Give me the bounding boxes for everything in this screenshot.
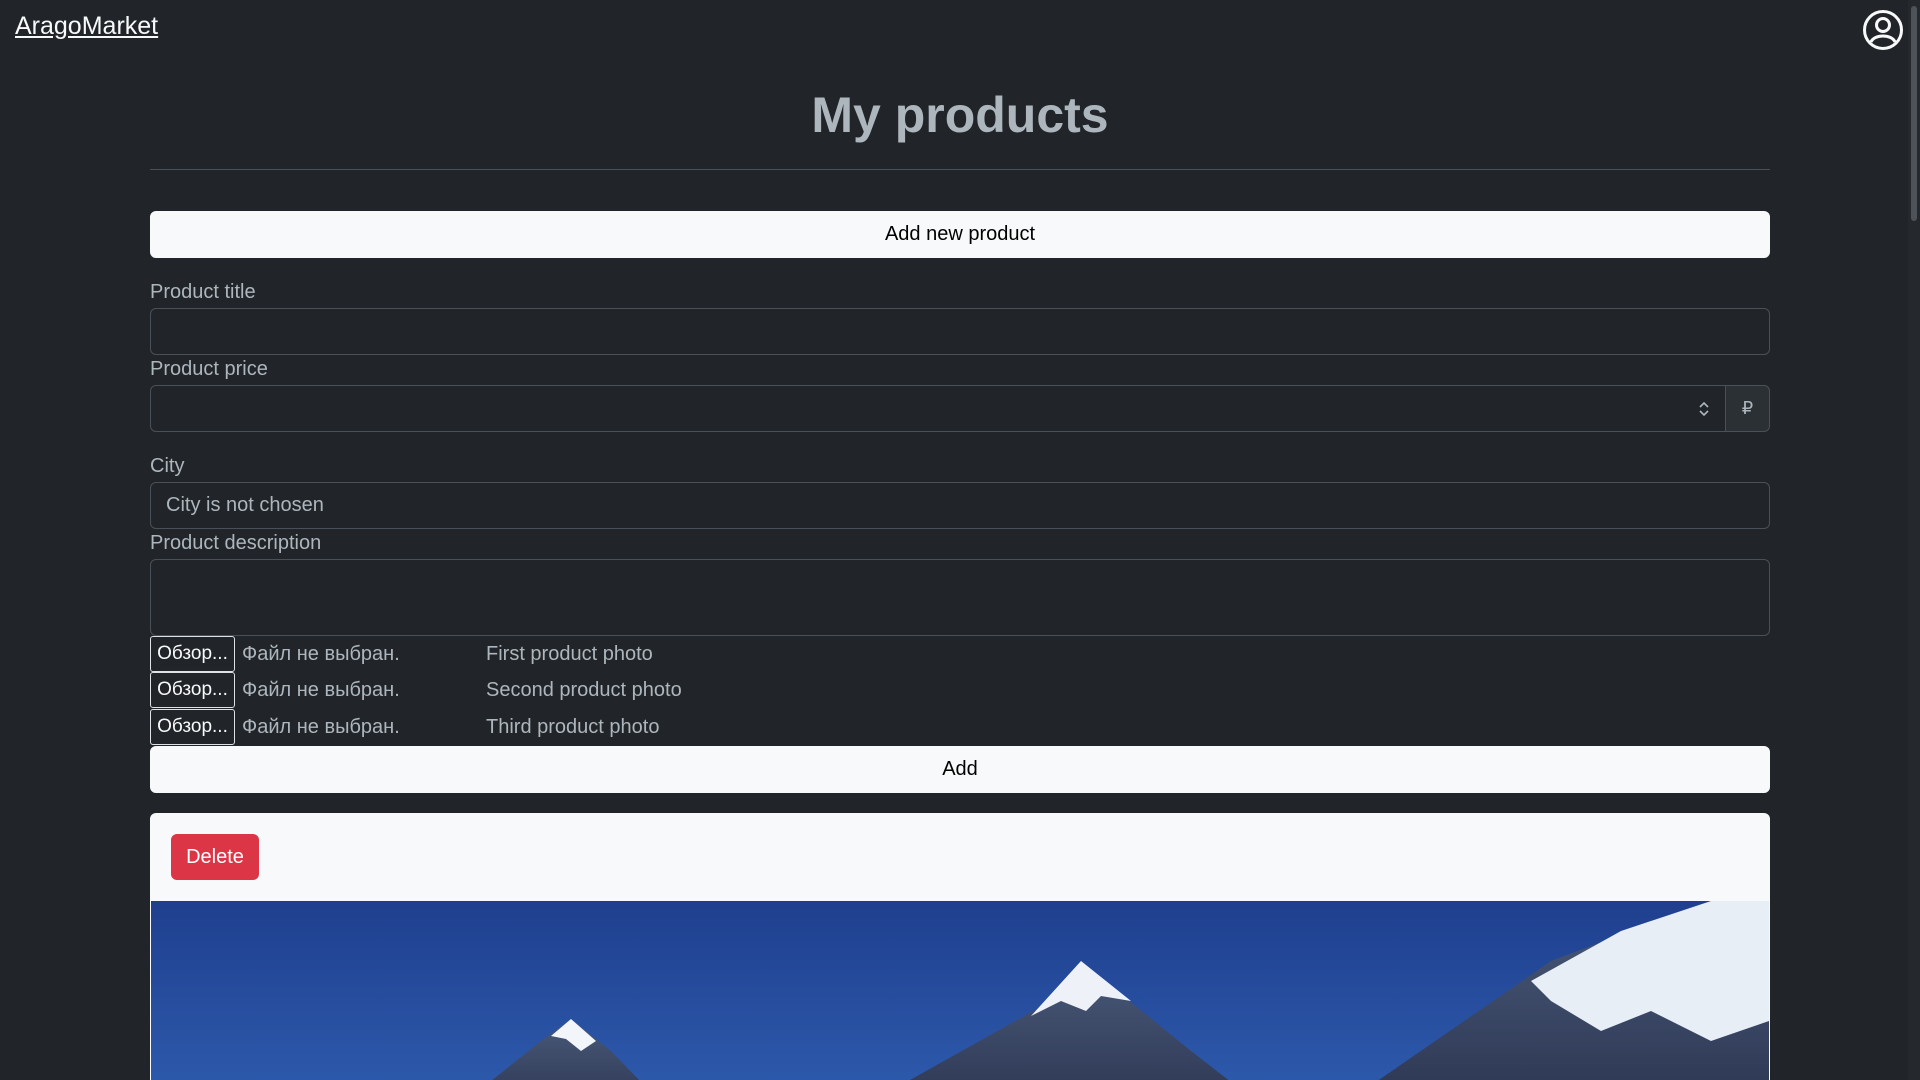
first-photo-file-row: Обзор... Файл не выбран. First product p… (150, 636, 1770, 672)
page-title: My products (811, 87, 1109, 143)
first-photo-label: First product photo (486, 643, 653, 665)
third-photo-file-status: Файл не выбран. (242, 716, 400, 738)
scrollbar-thumb[interactable] (1911, 6, 1917, 221)
brand-link[interactable]: AragoMarket (15, 12, 158, 41)
product-description-label: Product description (150, 532, 322, 554)
product-price-label: Product price (150, 358, 268, 380)
first-photo-browse-button[interactable]: Обзор... (150, 636, 235, 672)
product-price-input[interactable] (150, 385, 1726, 432)
product-title-input[interactable] (150, 308, 1770, 355)
second-photo-label: Second product photo (486, 679, 682, 701)
third-photo-file-row: Обзор... Файл не выбран. Third product p… (150, 709, 1770, 745)
add-new-product-button[interactable]: Add new product (150, 211, 1770, 258)
user-account-button[interactable] (1862, 9, 1904, 51)
product-card: Delete (150, 813, 1770, 1080)
third-photo-browse-button[interactable]: Обзор... (150, 709, 235, 745)
product-title-label: Product title (150, 281, 256, 303)
title-divider (150, 169, 1770, 170)
third-photo-label: Third product photo (486, 716, 660, 738)
spinner-arrows-icon[interactable] (1697, 398, 1711, 420)
page: AragoMarket My products Add new product … (0, 0, 1920, 1080)
product-description-textarea[interactable] (150, 559, 1770, 636)
first-photo-file-status: Файл не выбран. (242, 643, 400, 665)
add-product-button[interactable]: Add (150, 746, 1770, 793)
currency-addon: ₽ (1726, 385, 1770, 432)
city-label: City (150, 455, 185, 477)
page-scrollbar[interactable] (1908, 0, 1920, 1080)
second-photo-file-row: Обзор... Файл не выбран. Second product … (150, 672, 1770, 708)
delete-product-button[interactable]: Delete (171, 834, 259, 880)
second-photo-file-status: Файл не выбран. (242, 679, 400, 701)
user-circle-icon (1863, 10, 1903, 50)
product-photo (151, 901, 1769, 1080)
second-photo-browse-button[interactable]: Обзор... (150, 672, 235, 708)
city-select[interactable]: City is not chosen (150, 482, 1770, 529)
